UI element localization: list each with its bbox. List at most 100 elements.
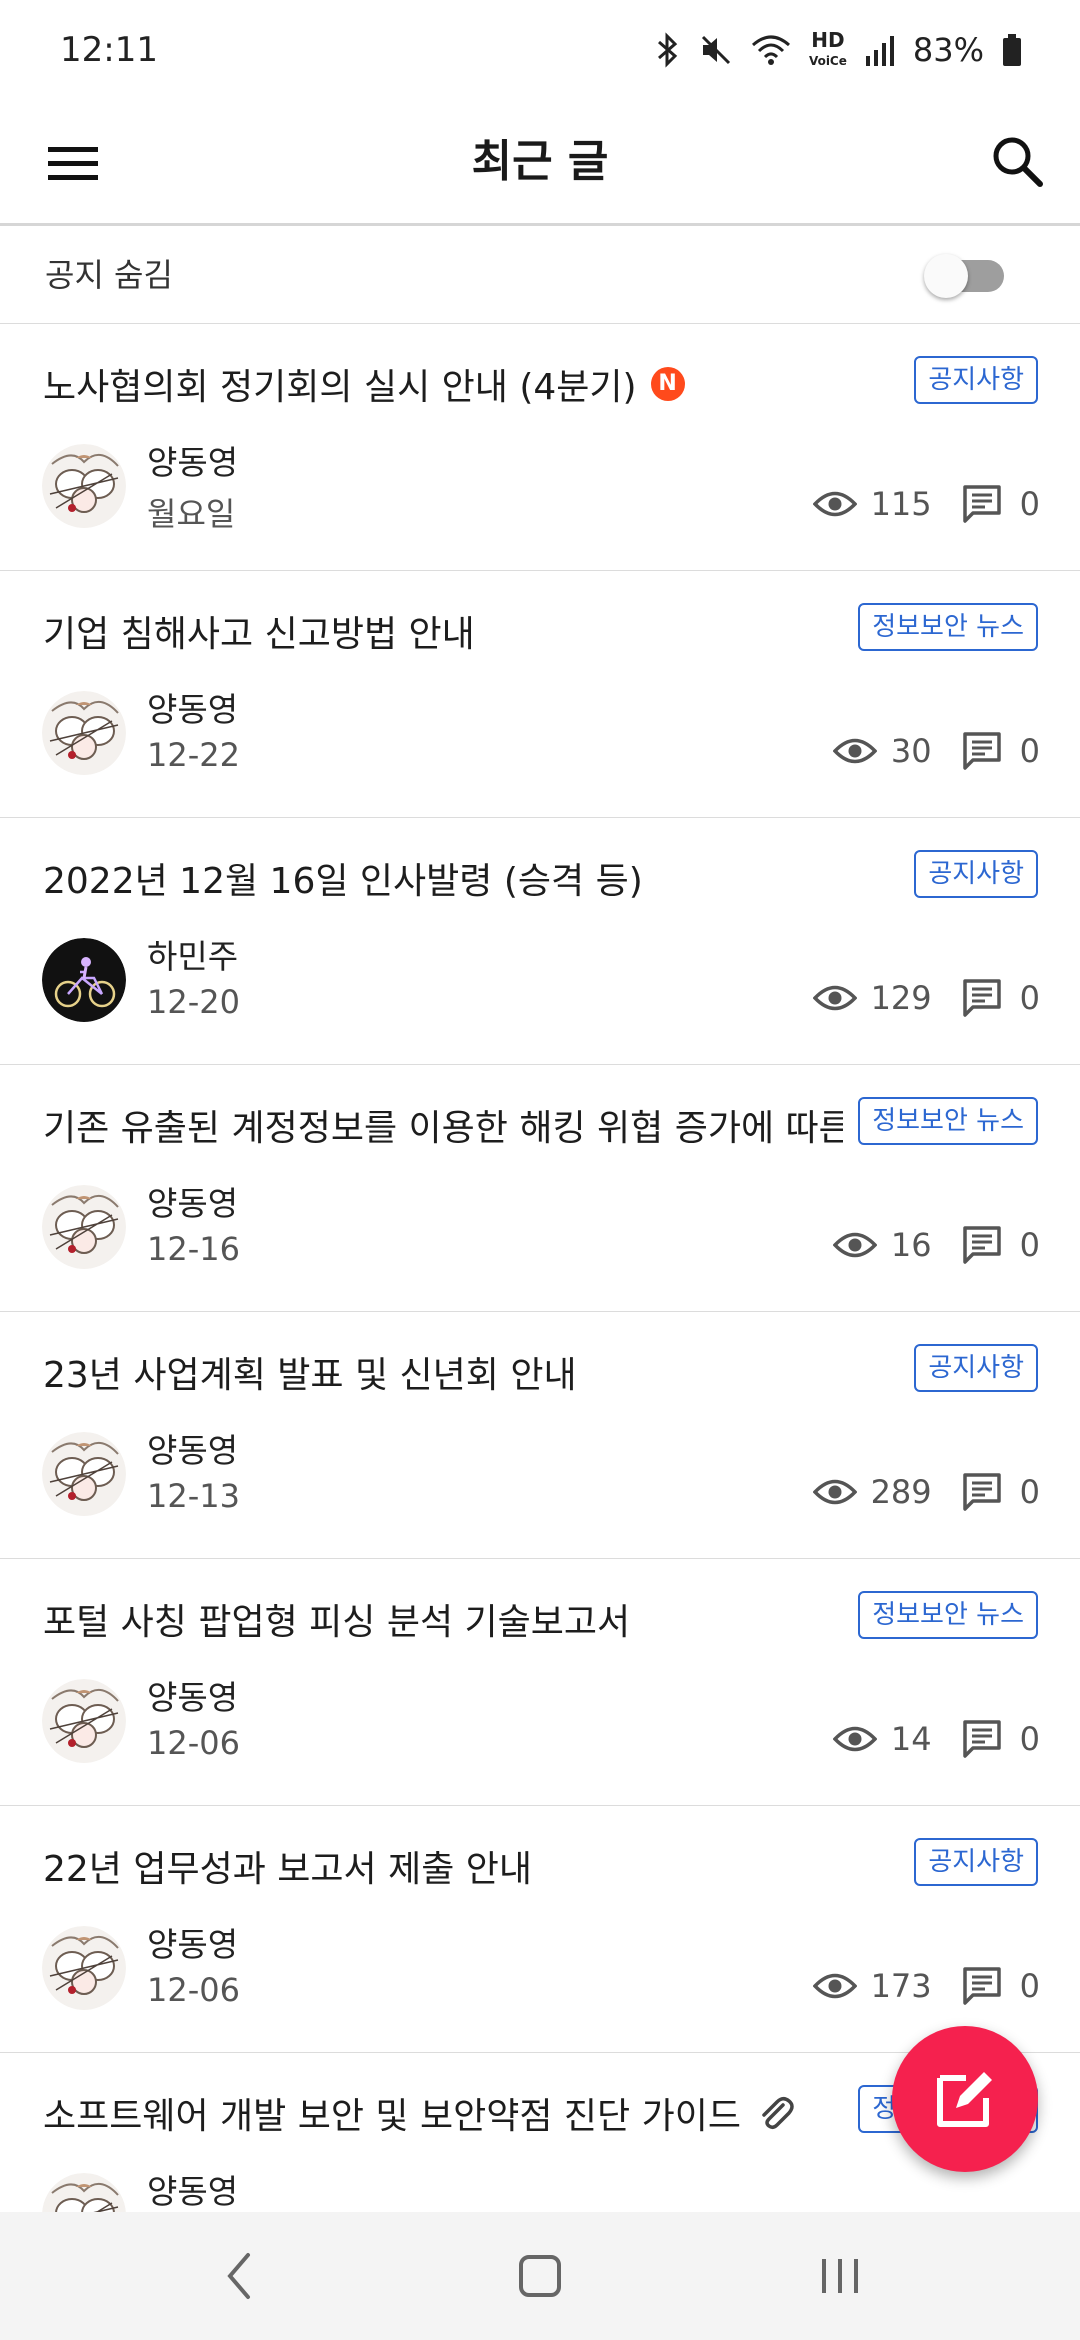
post-title: 23년 사업계획 발표 및 신년회 안내: [43, 1355, 577, 1396]
wifi-icon: [751, 35, 790, 65]
post-item[interactable]: 2022년 12월 16일 인사발령 (승격 등) 공지사항 하민주 12-20…: [0, 818, 1080, 1065]
view-count: 30: [890, 732, 932, 770]
view-count: 173: [870, 1967, 932, 2005]
avatar[interactable]: [42, 1679, 126, 1763]
post-title: 포털 사칭 팝업형 피싱 분석 기술보고서: [43, 1602, 631, 1643]
home-icon: [519, 2255, 561, 2297]
comment-count: 0: [1019, 979, 1040, 1017]
system-nav-bar: [0, 2212, 1080, 2340]
view-count: 16: [890, 1226, 932, 1264]
cotton-avatar-image: [42, 691, 126, 775]
eye-icon: [832, 738, 877, 764]
paperclip-icon: [762, 2097, 794, 2130]
post-stats: 30 0: [832, 731, 1040, 771]
eye-icon: [812, 985, 857, 1011]
status-icons: HD VoiCe 83%: [653, 27, 1022, 70]
comment-icon: [962, 1967, 1001, 2005]
post-title-row: 소프트웨어 개발 보안 및 보안약점 진단 가이드: [43, 2087, 795, 2139]
post-title: 소프트웨어 개발 보안 및 보안약점 진단 가이드: [43, 2096, 741, 2137]
cotton-avatar-image: [42, 1926, 126, 2010]
post-stats: 289 0: [812, 1472, 1040, 1512]
avatar[interactable]: [42, 938, 126, 1022]
recents-icon: [822, 2259, 858, 2293]
post-title: 2022년 12월 16일 인사발령 (승격 등): [43, 861, 643, 902]
avatar[interactable]: [42, 1926, 126, 2010]
comment-icon: [962, 1226, 1001, 1264]
post-item[interactable]: 포털 사칭 팝업형 피싱 분석 기술보고서 정보보안 뉴스 양동영 12-06 …: [0, 1559, 1080, 1806]
post-title-row: 2022년 12월 16일 인사발령 (승격 등): [43, 852, 643, 904]
post-author: 양동영: [147, 1184, 239, 1223]
category-badge: 공지사항: [914, 356, 1038, 404]
compose-icon: [937, 2072, 992, 2127]
post-title-row: 22년 업무성과 보고서 제출 안내: [43, 1840, 532, 1892]
post-date: 12-16: [147, 1230, 240, 1268]
comment-count: 0: [1019, 1720, 1040, 1758]
category-badge: 공지사항: [914, 1838, 1038, 1886]
hide-notice-label: 공지 숨김: [45, 256, 173, 294]
eye-icon: [832, 1726, 877, 1752]
recents-button[interactable]: [800, 2236, 880, 2316]
eye-icon: [832, 1232, 877, 1258]
toggle-knob: [924, 254, 968, 298]
post-title-row: 노사협의회 정기회의 실시 안내 (4분기) N: [43, 358, 685, 410]
post-title-row: 기업 침해사고 신고방법 안내: [43, 605, 475, 657]
post-item[interactable]: 기업 침해사고 신고방법 안내 정보보안 뉴스 양동영 12-22 30 0: [0, 571, 1080, 818]
category-badge: 정보보안 뉴스: [858, 603, 1038, 651]
avatar[interactable]: [42, 691, 126, 775]
status-bar: 12:11 HD VoiCe 83%: [0, 0, 1080, 100]
post-item[interactable]: 23년 사업계획 발표 및 신년회 안내 공지사항 양동영 12-13 289 …: [0, 1312, 1080, 1559]
mute-icon: [701, 35, 730, 65]
cotton-avatar-image: [42, 1679, 126, 1763]
cotton-avatar-image: [42, 1432, 126, 1516]
back-button[interactable]: [200, 2236, 280, 2316]
status-time: 12:11: [60, 30, 158, 70]
comment-icon: [962, 979, 1001, 1017]
compose-button[interactable]: [892, 2026, 1038, 2172]
comment-icon: [962, 485, 1001, 523]
bicycle-avatar-image: [42, 938, 126, 1022]
battery-icon: [1003, 34, 1021, 66]
cotton-avatar-image: [42, 444, 126, 528]
post-item[interactable]: 노사협의회 정기회의 실시 안내 (4분기) N 공지사항 양동영 월요일 11…: [0, 324, 1080, 571]
signal-icon: [865, 36, 894, 66]
post-date: 월요일: [147, 495, 236, 533]
post-author: 양동영: [147, 1678, 239, 1717]
avatar[interactable]: [42, 444, 126, 528]
hide-notice-toggle[interactable]: [924, 254, 1004, 298]
search-icon: [993, 137, 1043, 187]
comment-count: 0: [1019, 485, 1040, 523]
bluetooth-icon: [657, 32, 678, 68]
avatar[interactable]: [42, 1185, 126, 1269]
battery-level: 83%: [912, 31, 984, 69]
post-title: 22년 업무성과 보고서 제출 안내: [43, 1849, 533, 1890]
post-stats: 129 0: [812, 978, 1040, 1018]
hd-voice-icon: HD VoiCe: [808, 27, 847, 68]
post-list: 노사협의회 정기회의 실시 안내 (4분기) N 공지사항 양동영 월요일 11…: [0, 324, 1080, 2300]
post-author: 양동영: [147, 2172, 239, 2211]
eye-icon: [812, 1479, 857, 1505]
post-item[interactable]: 22년 업무성과 보고서 제출 안내 공지사항 양동영 12-06 173 0: [0, 1806, 1080, 2053]
post-author: 양동영: [147, 690, 239, 729]
comment-icon: [962, 1473, 1001, 1511]
post-title: 노사협의회 정기회의 실시 안내 (4분기): [43, 367, 637, 408]
view-count: 115: [870, 485, 932, 523]
post-item[interactable]: 기존 유출된 계정정보를 이용한 해킹 위협 증가에 따른 ... 정보보안 뉴…: [0, 1065, 1080, 1312]
post-author: 양동영: [147, 1925, 239, 1964]
post-author: 양동영: [147, 443, 239, 482]
page-title: 최근 글: [471, 136, 609, 187]
comment-count: 0: [1019, 1473, 1040, 1511]
post-author: 하민주: [147, 937, 239, 976]
home-button[interactable]: [500, 2236, 580, 2316]
post-title: 기존 유출된 계정정보를 이용한 해킹 위협 증가에 따른 ...: [43, 1108, 843, 1149]
post-date: 12-13: [147, 1477, 240, 1515]
back-icon: [227, 2253, 250, 2299]
comment-icon: [962, 732, 1001, 770]
post-stats: 115 0: [812, 484, 1040, 524]
avatar[interactable]: [42, 1432, 126, 1516]
post-stats: 173 0: [812, 1966, 1040, 2006]
cotton-avatar-image: [42, 1185, 126, 1269]
post-title-row: 23년 사업계획 발표 및 신년회 안내: [43, 1346, 577, 1398]
category-badge: 공지사항: [914, 1344, 1038, 1392]
post-date: 12-20: [147, 983, 240, 1021]
search-button[interactable]: [984, 128, 1050, 194]
